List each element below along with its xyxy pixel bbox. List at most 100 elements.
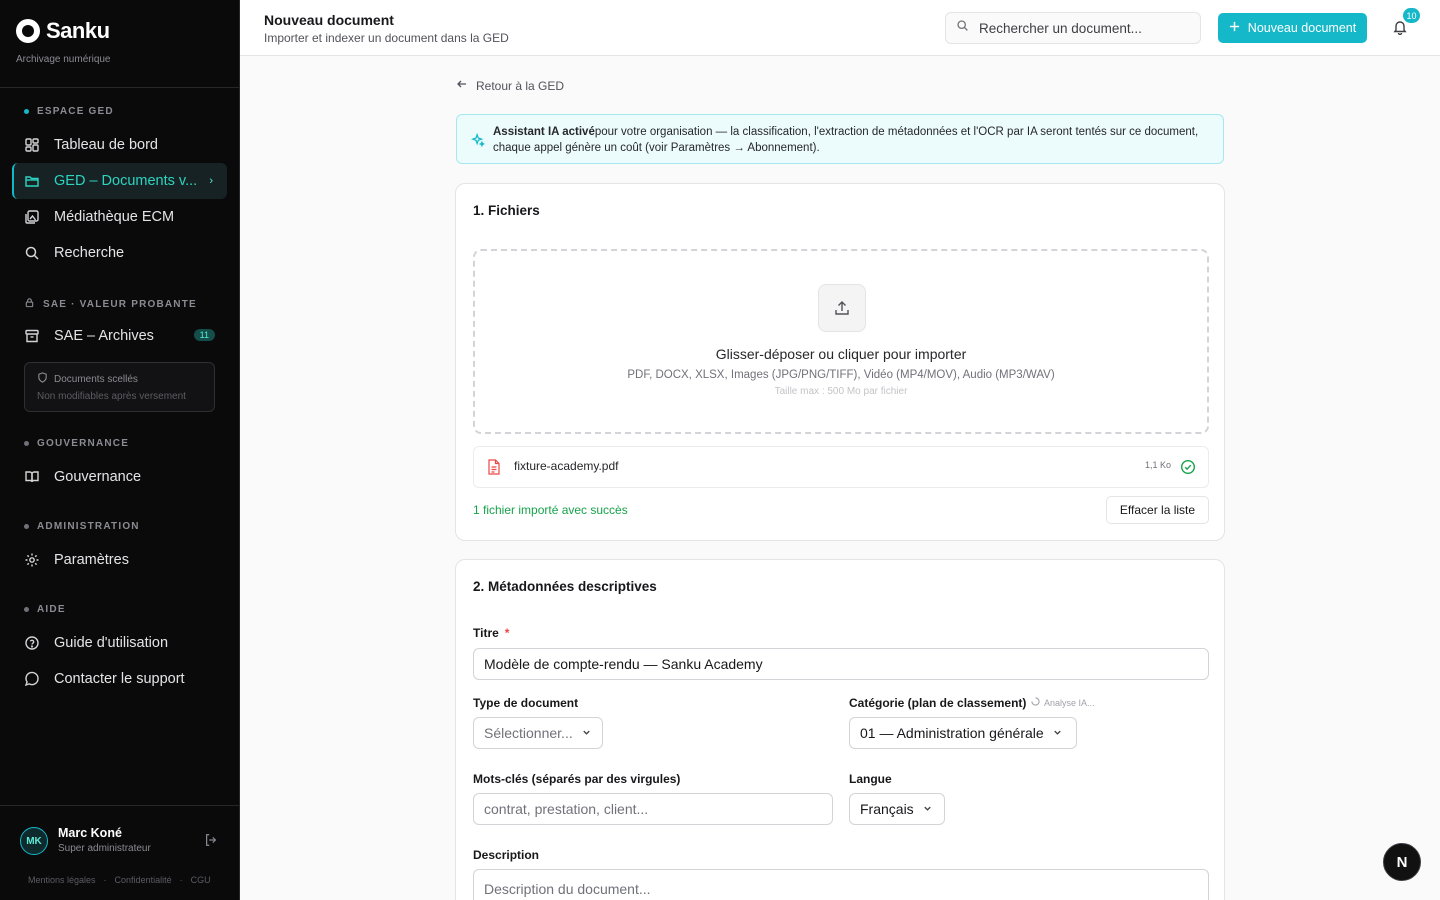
metadata-card: 2. Métadonnées descriptives Titre* Type …: [455, 559, 1225, 900]
search-box[interactable]: [945, 12, 1201, 44]
sidebar-item-support[interactable]: Contacter le support: [12, 661, 227, 697]
assistant-fab-button[interactable]: N: [1383, 843, 1421, 881]
page-subtitle: Importer et indexer un document dans la …: [264, 31, 509, 45]
category-value: 01 — Administration générale: [860, 725, 1044, 741]
brand-name: Sanku: [46, 18, 110, 43]
upload-success-message: 1 fichier importé avec succès: [473, 503, 628, 517]
section-label-gouvernance: GOUVERNANCE: [24, 438, 129, 449]
description-textarea[interactable]: [473, 869, 1209, 900]
sanku-logo-icon: [16, 19, 40, 43]
new-document-label: Nouveau document: [1247, 21, 1357, 35]
keywords-input[interactable]: [473, 793, 833, 825]
plus-icon: [1229, 21, 1240, 35]
upload-icon: [818, 284, 866, 332]
section-dot-icon: [24, 109, 29, 114]
sidebar-item-label: Guide d'utilisation: [54, 635, 169, 651]
sidebar-item-label: GED – Documents v...: [54, 173, 198, 189]
legal-separator: ·: [179, 875, 183, 885]
chevron-down-icon: [922, 801, 933, 817]
sidebar-item-gouvernance[interactable]: Gouvernance: [12, 459, 227, 495]
legal-link-cgu[interactable]: CGU: [191, 875, 211, 885]
sidebar: Sanku Archivage numérique ESPACE GED Tab…: [0, 0, 240, 900]
top-bar: Nouveau document Importer et indexer un …: [240, 0, 1440, 56]
back-to-ged-link[interactable]: Retour à la GED: [456, 78, 564, 93]
user-role: Super administrateur: [58, 843, 151, 854]
document-type-select[interactable]: Sélectionner...: [473, 717, 603, 749]
archive-icon: [24, 328, 40, 344]
section-dot-icon: [24, 607, 29, 612]
message-circle-icon: [24, 671, 40, 687]
pdf-file-icon: [487, 459, 501, 480]
sidebar-item-label: Gouvernance: [54, 469, 142, 485]
page-title: Nouveau document: [264, 12, 394, 28]
sidebar-item-recherche[interactable]: Recherche: [12, 235, 227, 271]
sidebar-item-guide[interactable]: Guide d'utilisation: [12, 625, 227, 661]
language-field-label: Langue: [849, 772, 892, 786]
legal-links: Mentions légales · Confidentialité · CGU: [28, 875, 211, 885]
avatar[interactable]: MK: [20, 827, 48, 855]
folder-open-icon: [24, 173, 40, 189]
shield-icon: [37, 372, 48, 386]
user-divider: [0, 805, 239, 806]
check-circle-icon: [1180, 459, 1196, 480]
sidebar-item-label: Recherche: [54, 245, 125, 261]
logout-icon[interactable]: [204, 833, 218, 852]
sidebar-item-sae-archives[interactable]: SAE – Archives 11: [12, 318, 227, 354]
file-size: 1,1 Ko: [1145, 460, 1172, 470]
images-icon: [24, 209, 40, 225]
language-select[interactable]: Français: [849, 793, 945, 825]
user-name: Marc Koné: [58, 826, 122, 840]
search-icon: [24, 245, 40, 261]
chevron-down-icon: [581, 725, 592, 741]
gear-icon: [24, 552, 40, 568]
sidebar-item-label: Tableau de bord: [54, 137, 158, 153]
loader-icon: [1031, 697, 1040, 708]
brand-logo[interactable]: Sanku: [16, 18, 110, 44]
sealed-title: Documents scellés: [54, 373, 138, 385]
lock-icon: [24, 297, 35, 311]
sidebar-item-tableau-de-bord[interactable]: Tableau de bord: [12, 127, 227, 163]
sparkles-icon: [470, 132, 486, 152]
uploaded-file-row: fixture-academy.pdf 1,1 Ko: [473, 446, 1209, 488]
sidebar-item-label: Paramètres: [54, 552, 129, 568]
dropzone-formats: PDF, DOCX, XLSX, Images (JPG/PNG/TIFF), …: [627, 369, 1055, 381]
files-card: 1. Fichiers Glisser-déposer ou cliquer p…: [455, 183, 1225, 541]
sidebar-item-label: SAE – Archives: [54, 328, 154, 344]
ai-assistant-banner: Assistant IA activépour votre organisati…: [456, 114, 1224, 164]
keywords-field-label: Mots-clés (séparés par des virgules): [473, 772, 681, 786]
sidebar-item-mediatheque[interactable]: Médiathèque ECM: [12, 199, 227, 235]
notification-count-badge: 10: [1403, 8, 1420, 23]
sidebar-divider: [0, 87, 239, 88]
category-field-label: Catégorie (plan de classement): [849, 696, 1027, 710]
title-input[interactable]: [473, 648, 1209, 680]
sidebar-item-parametres[interactable]: Paramètres: [12, 542, 227, 578]
document-type-placeholder: Sélectionner...: [484, 725, 573, 741]
legal-link-mentions[interactable]: Mentions légales: [28, 875, 96, 885]
back-label: Retour à la GED: [476, 78, 565, 93]
metadata-card-title: 2. Métadonnées descriptives: [473, 579, 657, 594]
file-dropzone[interactable]: Glisser-déposer ou cliquer pour importer…: [473, 249, 1209, 434]
sidebar-item-label: Médiathèque ECM: [54, 209, 175, 225]
required-mark: *: [504, 626, 510, 640]
description-field-label: Description: [473, 848, 540, 862]
category-select[interactable]: 01 — Administration générale: [849, 717, 1077, 749]
section-label-espace-ged: ESPACE GED: [24, 106, 114, 117]
brand-subtitle: Archivage numérique: [16, 54, 111, 65]
sidebar-item-label: Contacter le support: [54, 671, 185, 687]
bell-icon[interactable]: [1392, 19, 1408, 40]
type-field-label: Type de document: [473, 696, 579, 710]
clear-list-button[interactable]: Effacer la liste: [1106, 496, 1209, 524]
section-dot-icon: [24, 441, 29, 446]
section-label-sae: SAE · VALEUR PROBANTE: [24, 297, 197, 311]
search-input[interactable]: [979, 20, 1189, 36]
sealed-subtitle: Non modifiables après versement: [37, 391, 186, 402]
section-label-administration: ADMINISTRATION: [24, 521, 140, 532]
new-document-button[interactable]: Nouveau document: [1218, 13, 1367, 43]
dropzone-title: Glisser-déposer ou cliquer pour importer: [715, 346, 967, 362]
language-value: Français: [860, 801, 914, 817]
ai-banner-text: pour votre organisation — la classificat…: [493, 126, 1199, 154]
ai-banner-strong: Assistant IA activé: [493, 126, 595, 138]
ai-analysis-status: Analyse IA...: [1031, 697, 1095, 708]
legal-link-confidentialite[interactable]: Confidentialité: [115, 875, 172, 885]
sidebar-item-ged-documents[interactable]: GED – Documents v... ›: [12, 163, 227, 199]
